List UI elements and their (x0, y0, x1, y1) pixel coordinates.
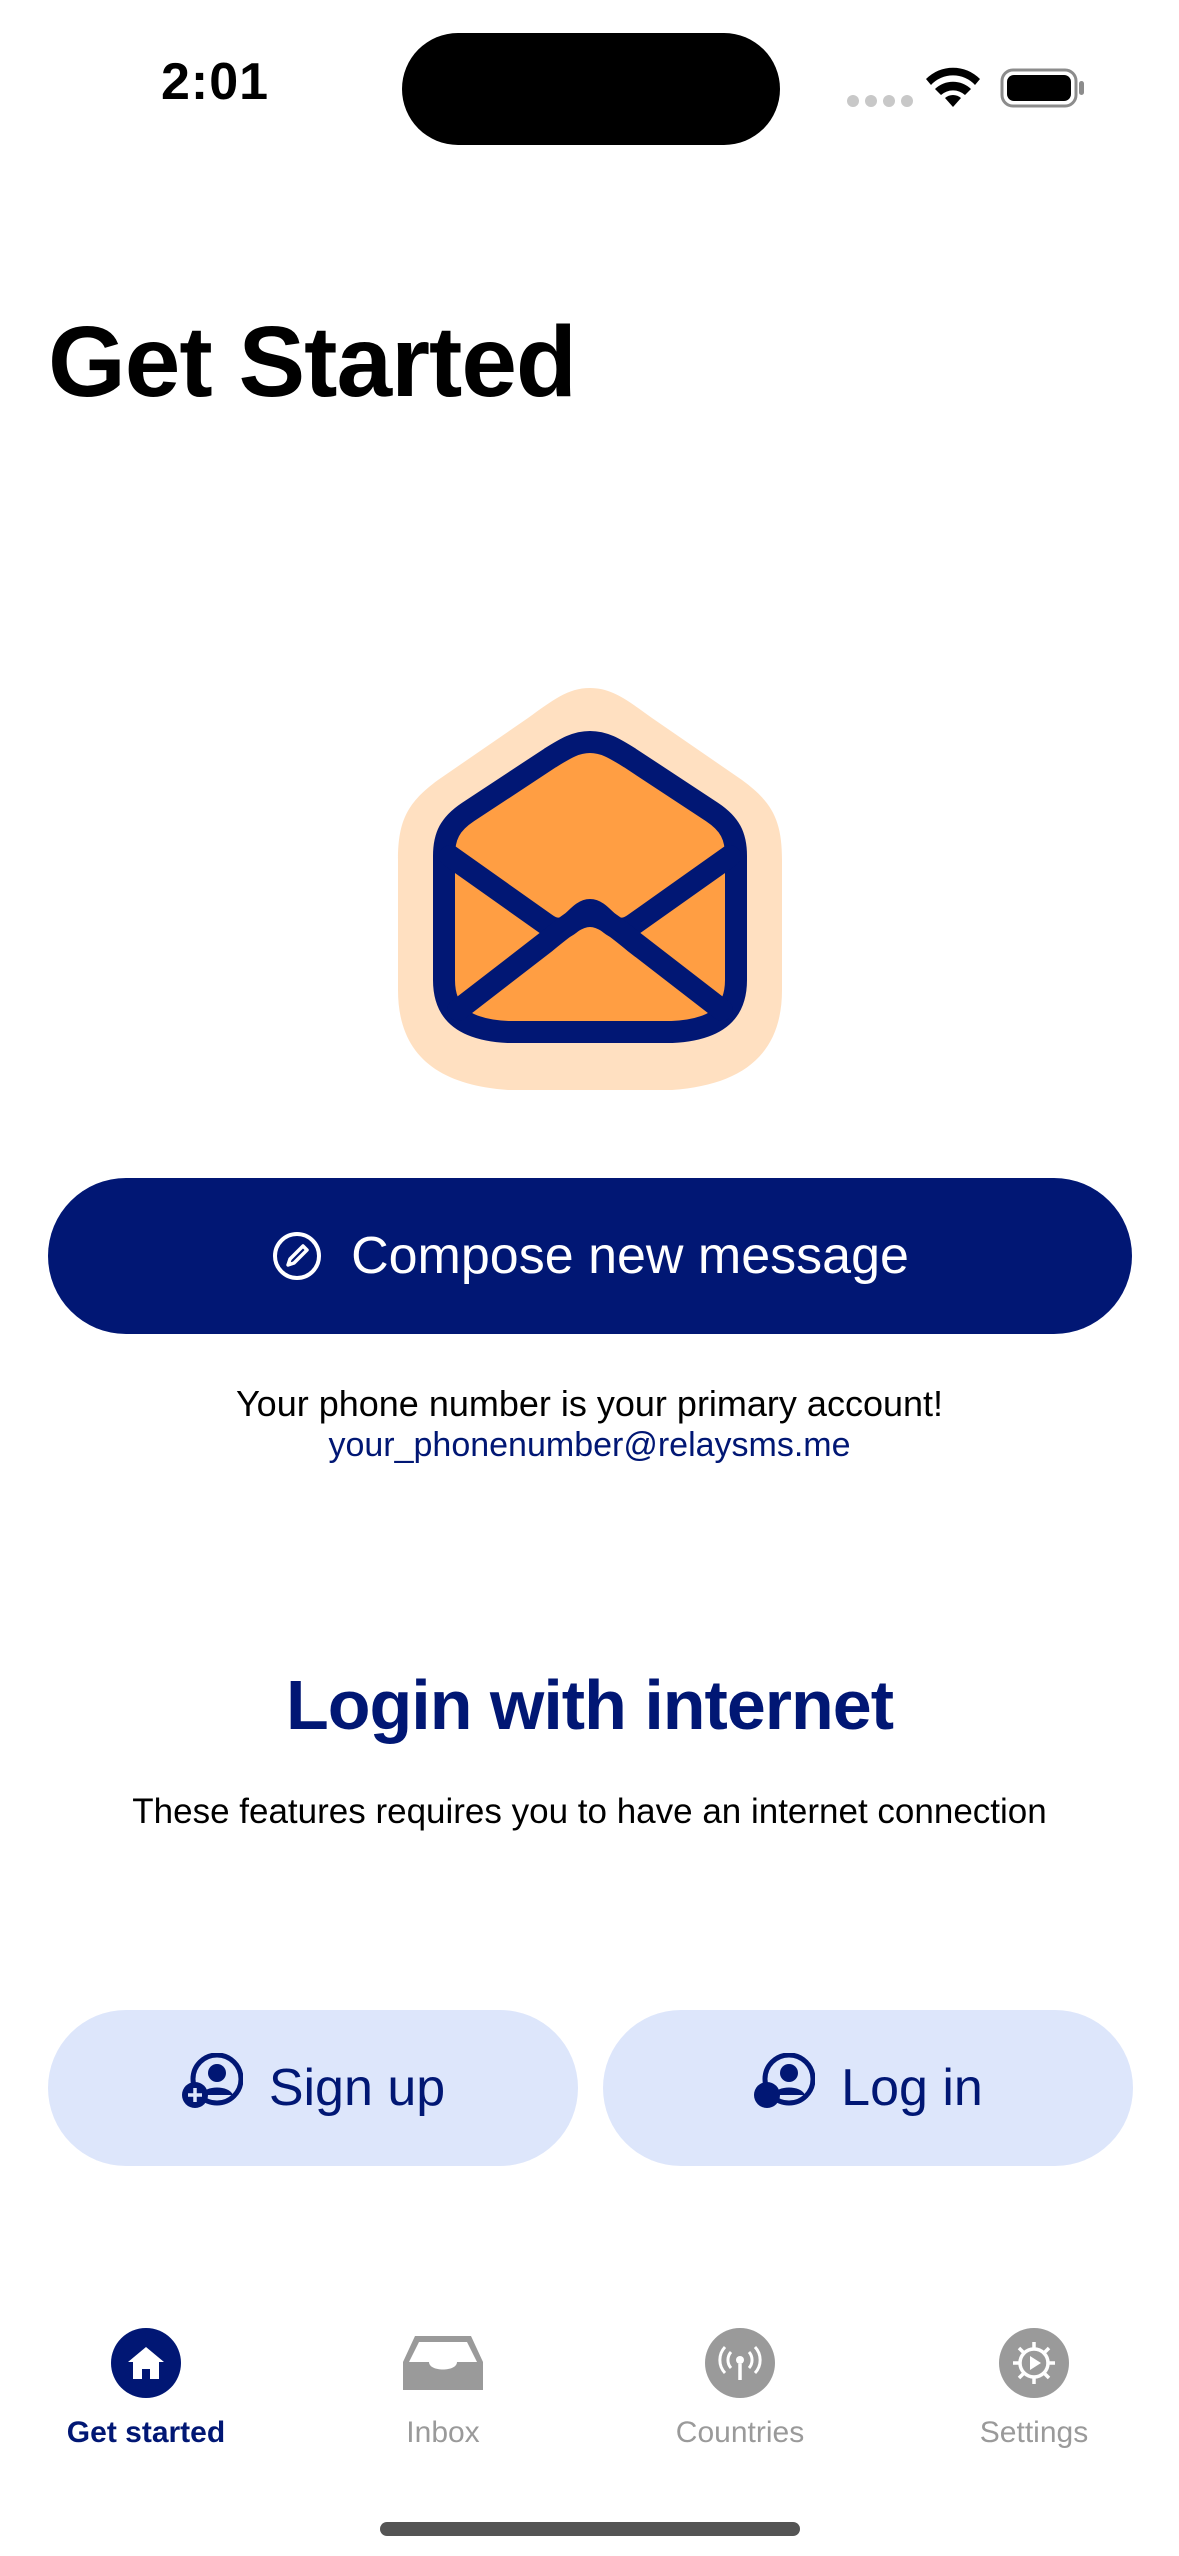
log-in-label: Log in (841, 2059, 983, 2117)
compose-button-label: Compose new message (351, 1227, 909, 1285)
wifi-icon (926, 67, 980, 107)
tab-get-started[interactable]: Get started (36, 2328, 256, 2450)
home-indicator[interactable] (380, 2522, 800, 2536)
home-icon (111, 2328, 181, 2398)
tab-settings[interactable]: Settings (924, 2328, 1144, 2450)
primary-account-email: your_phonenumber@relaysms.me (328, 1426, 851, 1464)
open-envelope-icon (398, 688, 782, 1090)
add-user-icon (181, 2052, 244, 2124)
tab-label: Inbox (406, 2416, 480, 2449)
login-section-heading: Login with internet (285, 1666, 894, 1744)
tab-label: Settings (979, 2416, 1089, 2449)
page-title: Get Started (48, 306, 577, 418)
status-time: 2:01 (160, 53, 270, 111)
sign-up-label: Sign up (268, 2059, 446, 2117)
compose-new-message-button[interactable]: Compose new message (48, 1178, 1132, 1334)
tab-label: Countries (675, 2416, 805, 2449)
compose-pencil-icon (271, 1230, 323, 1282)
primary-account-note: Your phone number is your primary accoun… (235, 1383, 944, 1424)
battery-icon (1000, 68, 1084, 108)
gear-icon (999, 2328, 1069, 2398)
antenna-icon (705, 2328, 775, 2398)
dynamic-island (402, 33, 780, 145)
user-icon (753, 2052, 816, 2124)
log-in-button[interactable]: Log in (603, 2010, 1133, 2166)
login-section-subtext: These features requires you to have an i… (132, 1792, 1047, 1831)
inbox-tray-icon (401, 2328, 485, 2398)
tab-label: Get started (66, 2416, 226, 2449)
tab-countries[interactable]: Countries (630, 2328, 850, 2450)
sign-up-button[interactable]: Sign up (48, 2010, 578, 2166)
tab-inbox[interactable]: Inbox (333, 2328, 553, 2450)
